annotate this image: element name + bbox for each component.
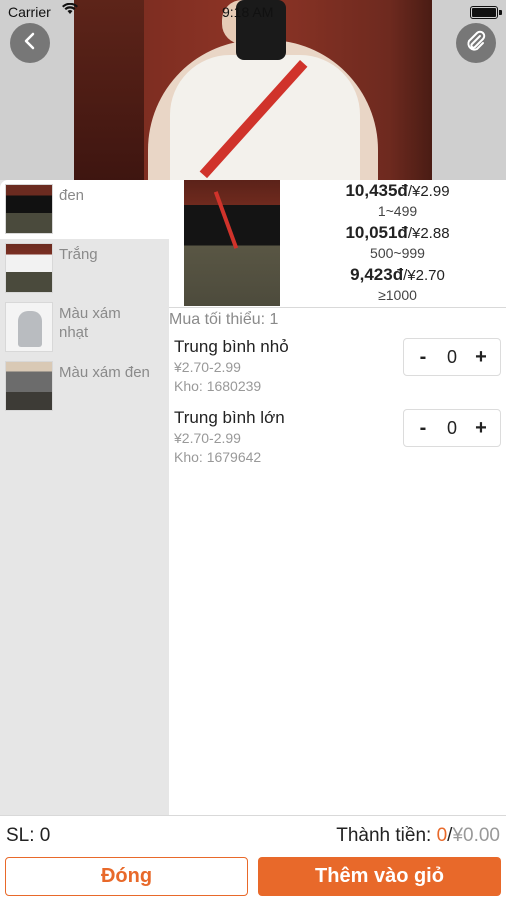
- tier-price-cny: /¥2.88: [407, 225, 450, 242]
- battery-tip: [499, 10, 502, 15]
- detail-panel: 10,435đ/¥2.99 1~499 10,051đ/¥2.88 500~99…: [169, 180, 506, 815]
- footer: SL: 0 Thành tiền: 0/¥0.00 Đóng Thêm vào …: [0, 815, 506, 900]
- variant-thumbnail: [5, 243, 53, 293]
- chevron-left-icon: [23, 32, 37, 55]
- tier-price: 10,051đ/¥2.88: [289, 222, 506, 244]
- tier-range: ≥1000: [378, 287, 417, 303]
- variant-label: Màu xám nhạt: [59, 305, 121, 341]
- battery-icon: [470, 6, 498, 19]
- tier-price-cny: /¥2.70: [403, 267, 445, 284]
- total-amount: ¥0.00: [452, 825, 500, 846]
- total-summary: Thành tiền: 0/¥0.00: [336, 825, 500, 847]
- divider: [169, 307, 506, 308]
- tier-price: 10,435đ/¥2.99: [289, 180, 506, 202]
- variant-label: Trắng: [59, 246, 98, 263]
- add-to-cart-button[interactable]: Thêm vào giỏ: [258, 857, 501, 896]
- minimum-purchase-label: Mua tối thiểu: 1: [169, 311, 279, 328]
- variant-thumbnail: [5, 302, 53, 352]
- quantity-value[interactable]: 0: [447, 418, 457, 439]
- image-strap: [213, 191, 239, 249]
- variant-item-black[interactable]: đen: [0, 180, 169, 239]
- variant-label: Màu xám đen: [59, 364, 150, 381]
- selected-variant-image[interactable]: [184, 180, 280, 306]
- increment-button[interactable]: +: [472, 346, 490, 369]
- carrier-label: Carrier: [8, 4, 51, 20]
- variant-item-dark-gray[interactable]: Màu xám đen: [0, 357, 169, 416]
- variant-sidebar: đen Trắng Màu xám nhạt Màu xám đen: [0, 180, 169, 815]
- variant-label: đen: [59, 187, 85, 204]
- decrement-button[interactable]: -: [414, 417, 432, 440]
- price-tiers: 10,435đ/¥2.99 1~499 10,051đ/¥2.88 500~99…: [289, 180, 506, 306]
- quantity-summary: SL: 0: [6, 825, 51, 846]
- back-button[interactable]: [10, 23, 50, 63]
- product-photo: [0, 0, 506, 182]
- total-label: Thành tiền:: [336, 825, 437, 846]
- tier-price-vnd: 10,051đ: [345, 223, 408, 242]
- variant-item-light-gray[interactable]: Màu xám nhạt: [0, 298, 169, 357]
- clock: 9:18 AM: [222, 4, 274, 20]
- status-bar: Carrier 9:18 AM: [0, 0, 506, 24]
- tier-price-vnd: 10,435đ: [345, 181, 408, 200]
- tier-price-vnd: 9,423đ: [350, 265, 404, 284]
- photo-tank-top: [170, 55, 360, 182]
- tier-range: 1~499: [377, 203, 418, 219]
- size-stock: Kho: 1680239: [174, 378, 262, 394]
- quantity-stepper: - 0 +: [403, 409, 501, 447]
- tier-range: 500~999: [370, 245, 425, 261]
- total-quantity: 0: [436, 825, 448, 846]
- close-button[interactable]: Đóng: [5, 857, 248, 896]
- decrement-button[interactable]: -: [414, 346, 432, 369]
- size-row: Trung bình nhỏ ¥2.70-2.99 Kho: 1680239 -…: [174, 336, 506, 402]
- variant-thumbnail: [5, 361, 53, 411]
- variant-thumbnail: [5, 184, 53, 234]
- attach-button[interactable]: [456, 23, 496, 63]
- tier-price: 9,423đ/¥2.70: [289, 264, 506, 286]
- tier-price-cny: /¥2.99: [407, 183, 450, 200]
- quantity-stepper: - 0 +: [403, 338, 501, 376]
- variant-item-white[interactable]: Trắng: [0, 239, 169, 298]
- increment-button[interactable]: +: [472, 417, 490, 440]
- size-stock: Kho: 1679642: [174, 449, 262, 465]
- paperclip-icon: [465, 30, 487, 57]
- photo-door: [74, 0, 144, 182]
- size-row: Trung bình lớn ¥2.70-2.99 Kho: 1679642 -…: [174, 407, 506, 473]
- wifi-icon: [62, 2, 78, 18]
- quantity-value[interactable]: 0: [447, 347, 457, 368]
